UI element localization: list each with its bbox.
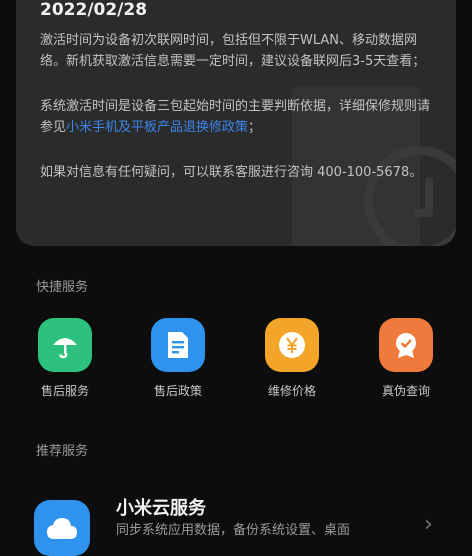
repair-price-label: 维修价格 [267, 384, 316, 398]
recommended-services-title: 推荐服务 [36, 444, 89, 459]
after-sales-policy-button[interactable]: 售后政策 [138, 318, 218, 399]
activation-description: 激活时间为设备初次联网时间，包括但不限于WLAN、移动数据网络。新机获取激活信息… [40, 33, 426, 69]
activation-info-card: 2022/02/28 激活时间为设备初次联网时间，包括但不限于WLAN、移动数据… [16, 0, 456, 246]
after-sales-service-button[interactable]: 售后服务 [25, 318, 105, 399]
verified-badge-icon [379, 318, 433, 372]
authenticity-check-label: 真伪查询 [381, 384, 430, 398]
repair-price-button[interactable]: 维修价格 [252, 318, 332, 399]
customer-service-note: 如果对信息有任何疑问，可以联系客服进行咨询 400-100-5678。 [40, 165, 423, 180]
yen-coin-icon [265, 318, 319, 372]
chevron-right-icon[interactable]: › [424, 512, 433, 537]
cloud-icon[interactable] [34, 500, 90, 556]
policy-link[interactable]: 小米手机及平板产品退换修政策 [66, 120, 248, 135]
mi-cloud-title[interactable]: 小米云服务 [116, 494, 206, 520]
after-sales-policy-label: 售后政策 [153, 384, 202, 398]
after-sales-service-label: 售后服务 [40, 384, 89, 398]
warranty-note: 系统激活时间是设备三包起始时间的主要判断依据，详细保修规则请参见小米手机及平板产… [40, 99, 431, 135]
authenticity-check-button[interactable]: 真伪查询 [366, 318, 446, 399]
quick-services-title: 快捷服务 [36, 280, 89, 295]
umbrella-icon [38, 318, 92, 372]
document-icon [151, 318, 205, 372]
activation-date: 2022/02/28 [40, 0, 148, 20]
